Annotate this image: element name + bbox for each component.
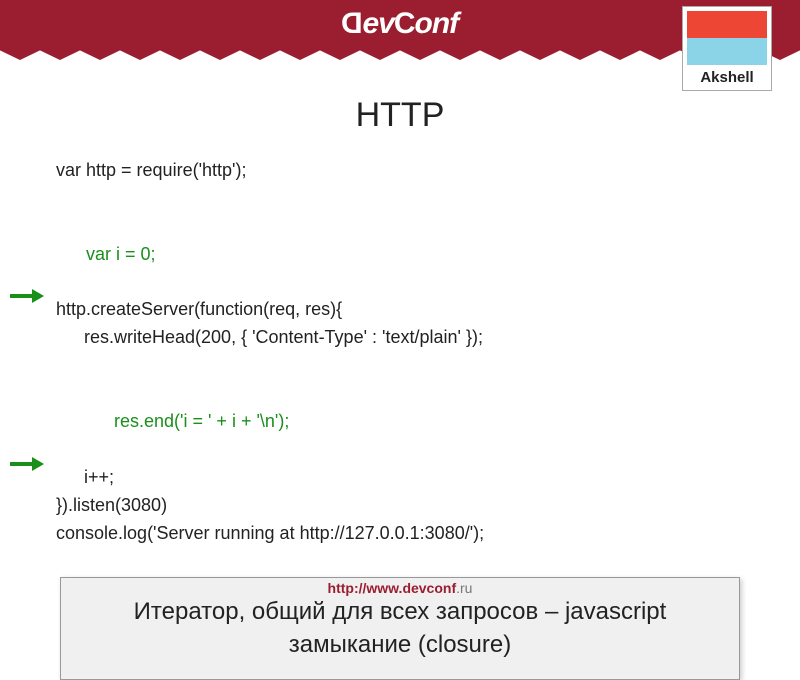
sponsor-box: Akshell — [682, 6, 772, 91]
code-line-6: i++; — [56, 464, 750, 492]
code-line-1: var http = require('http'); — [56, 157, 750, 185]
code-line-7: }).listen(3080) — [56, 492, 750, 520]
arrow-right-icon — [10, 234, 44, 248]
code-line-5: res.end('i = ' + i + '\n'); — [56, 352, 750, 464]
brand-logo: DevConf — [342, 7, 458, 41]
code-block: var http = require('http'); var i = 0; h… — [50, 157, 750, 547]
code-line-4: res.writeHead(200, { 'Content-Type' : 't… — [56, 324, 750, 352]
header-bar: DevConf — [0, 0, 800, 48]
footer-url-prefix: http://www. — [328, 580, 403, 596]
footer-url-domain: devconf — [402, 580, 456, 596]
header-zigzag-decor — [0, 48, 800, 60]
code-text: res.end('i = ' + i + '\n'); — [114, 411, 289, 431]
sponsor-label: Akshell — [687, 69, 767, 86]
footer-url-suffix: .ru — [456, 580, 472, 596]
arrow-right-icon — [10, 401, 44, 415]
code-line-3: http.createServer(function(req, res){ — [56, 296, 750, 324]
sponsor-flag-icon — [687, 11, 767, 65]
code-line-8: console.log('Server running at http://12… — [56, 520, 750, 548]
slide-title: HTTP — [50, 96, 750, 135]
code-text: var i = 0; — [86, 244, 156, 264]
code-line-2: var i = 0; — [56, 185, 750, 297]
footer-url: http://www.devconf.ru — [0, 580, 800, 596]
